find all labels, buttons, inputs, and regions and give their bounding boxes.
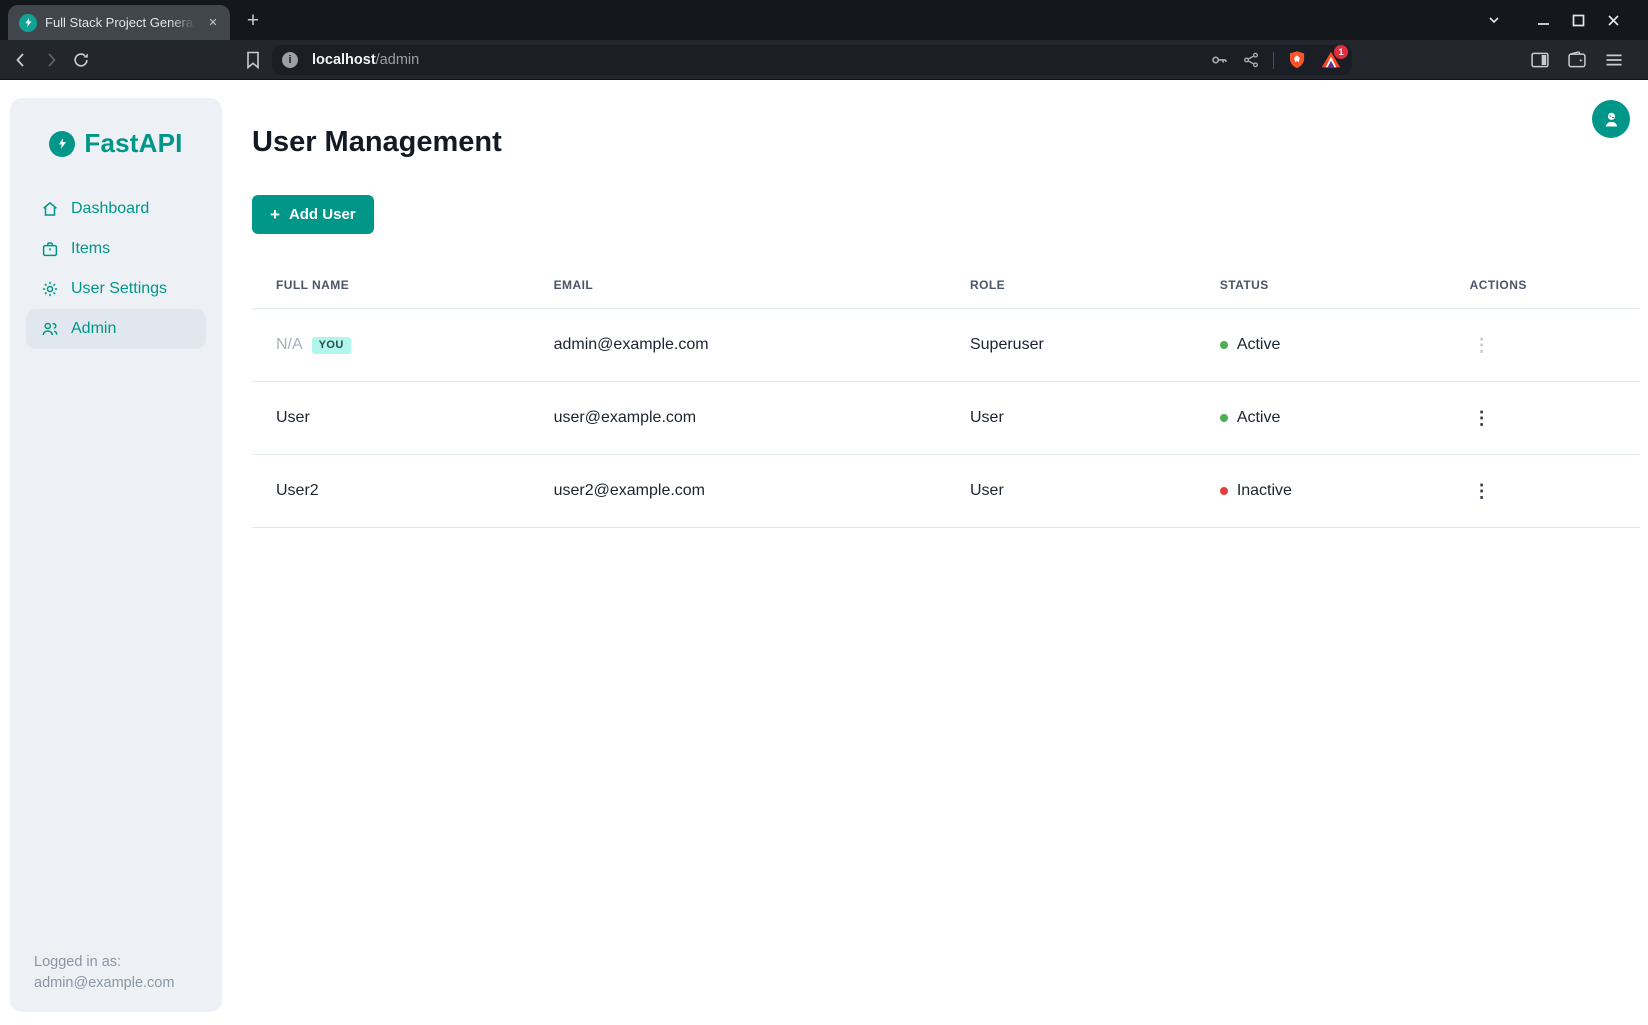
col-header-role: ROLE bbox=[946, 258, 1196, 309]
tab-close-icon[interactable]: ✕ bbox=[204, 14, 222, 32]
sidebar-item-user-settings[interactable]: User Settings bbox=[26, 269, 206, 309]
row-actions-menu-icon: ⋮ bbox=[1470, 333, 1494, 357]
share-icon[interactable] bbox=[1242, 51, 1260, 69]
table-row: User2 user2@example.com User Inactive ⋮ bbox=[252, 454, 1640, 527]
window-maximize-button[interactable] bbox=[1565, 7, 1591, 33]
plus-icon: + bbox=[270, 206, 280, 223]
cell-email: user@example.com bbox=[530, 381, 946, 454]
sidebar-item-admin[interactable]: Admin bbox=[26, 309, 206, 349]
browser-titlebar: Full Stack Project Genera ✕ + bbox=[0, 0, 1648, 40]
status-dot-active bbox=[1220, 341, 1228, 349]
cell-role: User bbox=[946, 454, 1196, 527]
forward-button[interactable] bbox=[36, 45, 66, 75]
logged-in-as: Logged in as: admin@example.com bbox=[34, 952, 174, 994]
briefcase-icon bbox=[41, 240, 59, 258]
users-table-container: FULL NAME EMAIL ROLE STATUS ACTIONS N/AY… bbox=[252, 258, 1640, 528]
toolbar-separator bbox=[1273, 52, 1274, 69]
cell-actions: ⋮ bbox=[1446, 381, 1640, 454]
brave-shield-icon[interactable] bbox=[1287, 49, 1307, 71]
rewards-badge-count: 1 bbox=[1334, 45, 1348, 59]
add-user-button[interactable]: + Add User bbox=[252, 195, 374, 234]
user-avatar-icon bbox=[1601, 109, 1622, 130]
window-close-button[interactable] bbox=[1600, 7, 1626, 33]
logo-text: FastAPI bbox=[84, 128, 182, 159]
row-actions-menu-icon[interactable]: ⋮ bbox=[1470, 479, 1494, 503]
url-text[interactable]: localhost/admin bbox=[312, 52, 419, 68]
sidebar-item-label: Dashboard bbox=[71, 200, 149, 218]
sidebar-item-label: User Settings bbox=[71, 280, 167, 298]
wallet-icon[interactable] bbox=[1567, 50, 1587, 70]
url-path: /admin bbox=[376, 52, 420, 68]
cell-status: Inactive bbox=[1196, 454, 1446, 527]
site-info-icon[interactable]: i bbox=[282, 52, 298, 68]
cell-status: Active bbox=[1196, 381, 1446, 454]
tab-search-chevron-icon[interactable] bbox=[1481, 7, 1507, 33]
table-row: User user@example.com User Active ⋮ bbox=[252, 381, 1640, 454]
sidebar-nav: Dashboard Items User Settings Admin bbox=[10, 189, 222, 349]
table-row: N/AYOU admin@example.com Superuser Activ… bbox=[252, 308, 1640, 381]
app-page: FastAPI Dashboard Items User Settings bbox=[0, 81, 1648, 1025]
cell-status: Active bbox=[1196, 308, 1446, 381]
col-header-full-name: FULL NAME bbox=[252, 258, 530, 309]
sidebar: FastAPI Dashboard Items User Settings bbox=[10, 98, 222, 1012]
window-minimize-button[interactable] bbox=[1530, 7, 1556, 33]
password-key-icon[interactable] bbox=[1209, 50, 1229, 70]
user-menu-avatar-button[interactable] bbox=[1592, 100, 1630, 138]
sidebar-item-dashboard[interactable]: Dashboard bbox=[26, 189, 206, 229]
back-button[interactable] bbox=[6, 45, 36, 75]
sidebar-panel-icon[interactable] bbox=[1530, 50, 1550, 70]
you-badge: YOU bbox=[312, 337, 351, 354]
menu-hamburger-icon[interactable] bbox=[1604, 50, 1624, 70]
new-tab-button[interactable]: + bbox=[240, 8, 266, 34]
home-icon bbox=[41, 200, 59, 218]
fastapi-logo: FastAPI bbox=[10, 128, 222, 159]
brave-rewards-icon[interactable]: 1 bbox=[1320, 49, 1342, 71]
browser-toolbar: i localhost/admin 1 bbox=[0, 40, 1648, 80]
col-header-email: EMAIL bbox=[530, 258, 946, 309]
fastapi-bolt-icon bbox=[49, 131, 75, 157]
main-content: User Management + Add User FULL NAME EMA… bbox=[222, 81, 1648, 1025]
url-bar[interactable]: i localhost/admin 1 bbox=[272, 45, 1352, 75]
users-table: FULL NAME EMAIL ROLE STATUS ACTIONS N/AY… bbox=[252, 258, 1640, 528]
table-header-row: FULL NAME EMAIL ROLE STATUS ACTIONS bbox=[252, 258, 1640, 309]
users-icon bbox=[41, 320, 59, 338]
cell-role: User bbox=[946, 381, 1196, 454]
reload-button[interactable] bbox=[66, 45, 96, 75]
sidebar-item-label: Admin bbox=[71, 320, 116, 338]
page-title: User Management bbox=[252, 125, 1648, 160]
cell-full-name: N/AYOU bbox=[252, 308, 530, 381]
add-user-label: Add User bbox=[289, 206, 356, 223]
cell-email: user2@example.com bbox=[530, 454, 946, 527]
col-header-status: STATUS bbox=[1196, 258, 1446, 309]
status-dot-active bbox=[1220, 414, 1228, 422]
browser-tab[interactable]: Full Stack Project Genera ✕ bbox=[8, 5, 230, 40]
cell-actions: ⋮ bbox=[1446, 454, 1640, 527]
logged-in-label: Logged in as: bbox=[34, 952, 174, 973]
fastapi-favicon-icon bbox=[19, 14, 37, 32]
url-host: localhost bbox=[312, 52, 376, 68]
sidebar-item-items[interactable]: Items bbox=[26, 229, 206, 269]
cell-email: admin@example.com bbox=[530, 308, 946, 381]
cell-full-name: User2 bbox=[252, 454, 530, 527]
tab-title: Full Stack Project Genera bbox=[45, 15, 193, 30]
sidebar-item-label: Items bbox=[71, 240, 110, 258]
col-header-actions: ACTIONS bbox=[1446, 258, 1640, 309]
row-actions-menu-icon[interactable]: ⋮ bbox=[1470, 406, 1494, 430]
gear-icon bbox=[41, 280, 59, 298]
logged-in-email: admin@example.com bbox=[34, 973, 174, 994]
cell-actions: ⋮ bbox=[1446, 308, 1640, 381]
cell-role: Superuser bbox=[946, 308, 1196, 381]
cell-full-name: User bbox=[252, 381, 530, 454]
status-dot-inactive bbox=[1220, 487, 1228, 495]
bookmark-icon[interactable] bbox=[238, 45, 268, 75]
